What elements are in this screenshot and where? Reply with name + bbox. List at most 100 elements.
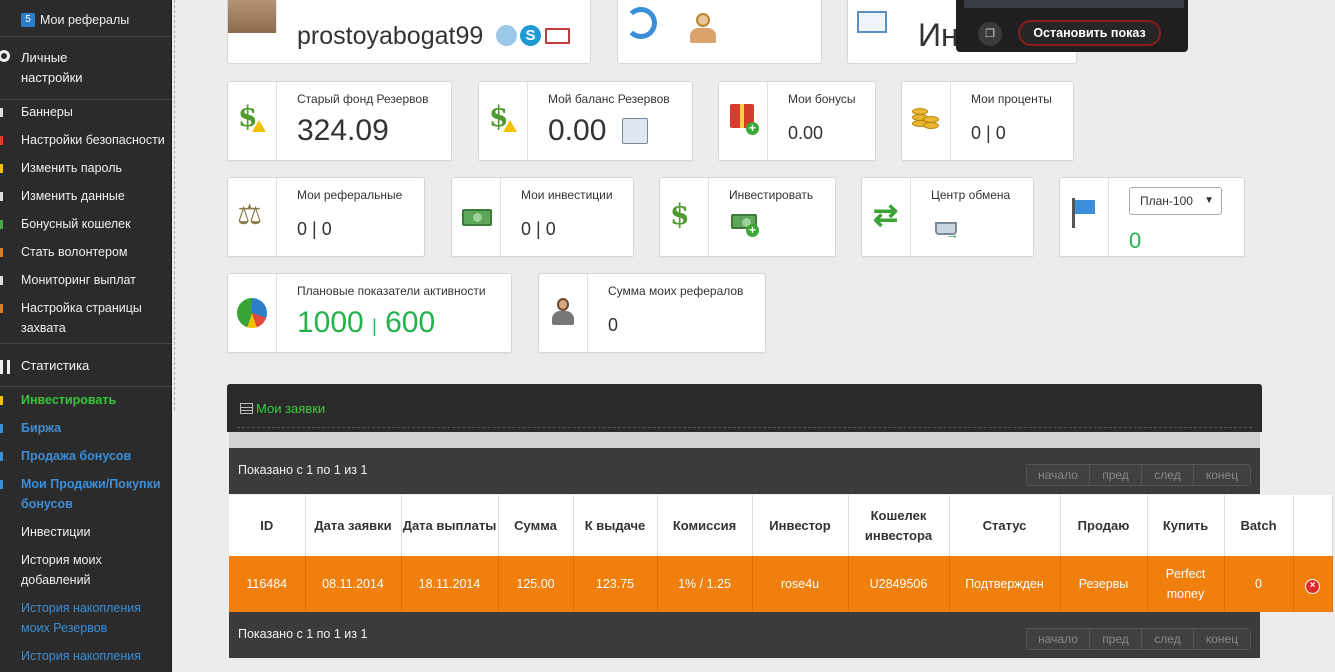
sidebar-link[interactable]: История моих добавлений (0, 550, 172, 590)
column-header[interactable]: Кошелек инвестора (848, 495, 950, 556)
stop-sharing-button[interactable]: Остановить показ (1018, 20, 1161, 46)
table-cell: 0 (1224, 556, 1294, 612)
card-value: 0 (1129, 228, 1142, 253)
sidebar-link[interactable]: История накопления моих Резервов (0, 598, 172, 638)
page-last-button[interactable]: конец (1194, 465, 1250, 485)
sidebar-section-statistics[interactable]: Статистика (0, 356, 172, 376)
referral-sum-card: Сумма моих рефералов 0 (538, 273, 766, 353)
sidebar-item[interactable]: Изменить данные (0, 186, 172, 206)
profile-card: prostoyabogat99 S (227, 0, 591, 64)
basket-icon[interactable]: → (933, 214, 961, 242)
page-first-button[interactable]: начало (1027, 629, 1090, 649)
exchange-card[interactable]: ⇄ Центр обмена → (861, 177, 1034, 257)
column-header[interactable]: Комиссия (657, 495, 753, 556)
table-header-row: ID Дата заявки Дата выплаты Сумма К выдаче Ко… (229, 495, 1333, 556)
page-prev-button[interactable]: пред (1090, 465, 1142, 485)
chat-icon[interactable] (496, 25, 517, 46)
bullet-icon (0, 304, 3, 313)
column-header[interactable]: Дата заявки (305, 495, 402, 556)
bar-chart-icon (0, 360, 10, 374)
page-first-button[interactable]: начало (1027, 465, 1090, 485)
pie-chart-icon (237, 298, 267, 328)
column-header[interactable] (1293, 495, 1333, 556)
window-icon[interactable]: ❐ (978, 22, 1002, 46)
sidebar-link[interactable]: Биржа (0, 418, 172, 438)
page-prev-button[interactable]: пред (1090, 629, 1142, 649)
mail-icon[interactable] (545, 28, 570, 44)
card-title: Мои проценты (971, 92, 1052, 106)
column-header[interactable]: Batch (1224, 495, 1294, 556)
sidebar-item-label: Изменить пароль (21, 161, 123, 175)
bullet-icon (0, 424, 3, 433)
bullet-icon (0, 396, 3, 405)
sidebar-item-label: Мои рефералы (40, 13, 130, 27)
sidebar-item-label: Настройка страницы захвата (21, 301, 142, 335)
sidebar-link[interactable]: Продажа бонусов (0, 446, 172, 466)
table-cell: 18.11.2014 (401, 556, 499, 612)
invest-card[interactable]: $ Инвестировать + (659, 177, 836, 257)
table-cell: 123.75 (573, 556, 658, 612)
skype-icon[interactable]: S (520, 25, 541, 46)
sidebar-item[interactable]: Стать волонтером (0, 242, 172, 262)
bullet-icon (0, 192, 3, 201)
column-header[interactable]: Продаю (1060, 495, 1148, 556)
sidebar-divider (0, 99, 172, 100)
table-cell: U2849506 (848, 556, 950, 612)
sidebar-section-personal-settings[interactable]: Личные настройки (0, 48, 120, 88)
card-title: Мои инвестиции (521, 188, 613, 202)
sidebar-link-label: Инвестировать (21, 393, 117, 407)
avatar[interactable] (228, 0, 277, 33)
sidebar-item-label: Настройки безопасности (21, 133, 165, 147)
sidebar-item[interactable]: Мониторинг выплат (0, 270, 172, 290)
orders-info-bottom: Показано с 1 по 1 из 1 начало пред след … (229, 612, 1260, 658)
sidebar-link[interactable]: Инвестиции (0, 522, 172, 542)
column-header[interactable]: Статус (949, 495, 1061, 556)
column-header[interactable]: Сумма (498, 495, 574, 556)
sidebar-link[interactable]: История накопления (0, 646, 172, 666)
column-header[interactable]: Дата выплаты (401, 495, 499, 556)
username: prostoyabogat99 (297, 22, 484, 50)
card-title: Сумма моих рефералов (608, 284, 744, 298)
column-header[interactable]: ID (229, 495, 306, 556)
page-last-button[interactable]: конец (1194, 629, 1250, 649)
page-next-button[interactable]: след (1142, 465, 1194, 485)
card-title: Плановые показатели активности (297, 284, 486, 298)
plus-icon: + (746, 122, 759, 135)
sidebar-divider (0, 343, 172, 344)
column-header[interactable]: К выдаче (573, 495, 658, 556)
calculator-icon[interactable] (622, 118, 648, 144)
plan-select[interactable]: План-100 ▼ (1129, 187, 1222, 215)
sidebar-item[interactable]: Баннеры (0, 102, 172, 122)
column-header[interactable]: Купить (1147, 495, 1225, 556)
sidebar-link[interactable]: Инвестировать (0, 390, 172, 410)
refresh-icon[interactable] (625, 7, 657, 39)
plan-card: План-100 ▼ 0 (1059, 177, 1245, 257)
orders-panel-header: Мои заявки (227, 384, 1262, 432)
section-label: Личные настройки (21, 50, 83, 85)
sidebar-item[interactable]: Изменить пароль (0, 158, 172, 178)
page-next-button[interactable]: след (1142, 629, 1194, 649)
sidebar-item[interactable]: Бонусный кошелек (0, 214, 172, 234)
column-header[interactable]: Инвестор (752, 495, 849, 556)
sidebar-link-label: Мои Продажи/Покупки бонусов (21, 477, 161, 511)
sidebar-item-my-referrals[interactable]: 5 Мои рефералы (0, 10, 172, 30)
card-value: 324.09 (297, 114, 389, 147)
sidebar: 5 Мои рефералы Личные настройки Баннеры Н… (0, 0, 172, 672)
sidebar-link-label: Продажа бонусов (21, 449, 132, 463)
card-title: Инвестировать (729, 188, 814, 202)
old-fund-card: $ Старый фонд Резервов 324.09 (227, 81, 452, 161)
sidebar-item-label: Стать волонтером (21, 245, 128, 259)
bonuses-card: + Мои бонусы 0.00 (718, 81, 876, 161)
card-title: Мой баланс Резервов (548, 92, 670, 106)
paging-info: Показано с 1 по 1 из 1 (238, 463, 368, 477)
activity-values: 1000 | 600 (297, 306, 435, 340)
sidebar-item[interactable]: Настройка страницы захвата (0, 298, 172, 338)
plus-icon[interactable]: + (746, 224, 759, 237)
delete-icon[interactable]: × (1305, 579, 1320, 594)
sidebar-item[interactable]: Настройки безопасности (0, 130, 172, 150)
orders-info-top: Показано с 1 по 1 из 1 начало пред след … (229, 448, 1260, 494)
sidebar-item-label: Баннеры (21, 105, 73, 119)
id-card-icon (857, 11, 887, 33)
sidebar-item-label: Изменить данные (21, 189, 125, 203)
sidebar-link[interactable]: Мои Продажи/Покупки бонусов (0, 474, 172, 514)
